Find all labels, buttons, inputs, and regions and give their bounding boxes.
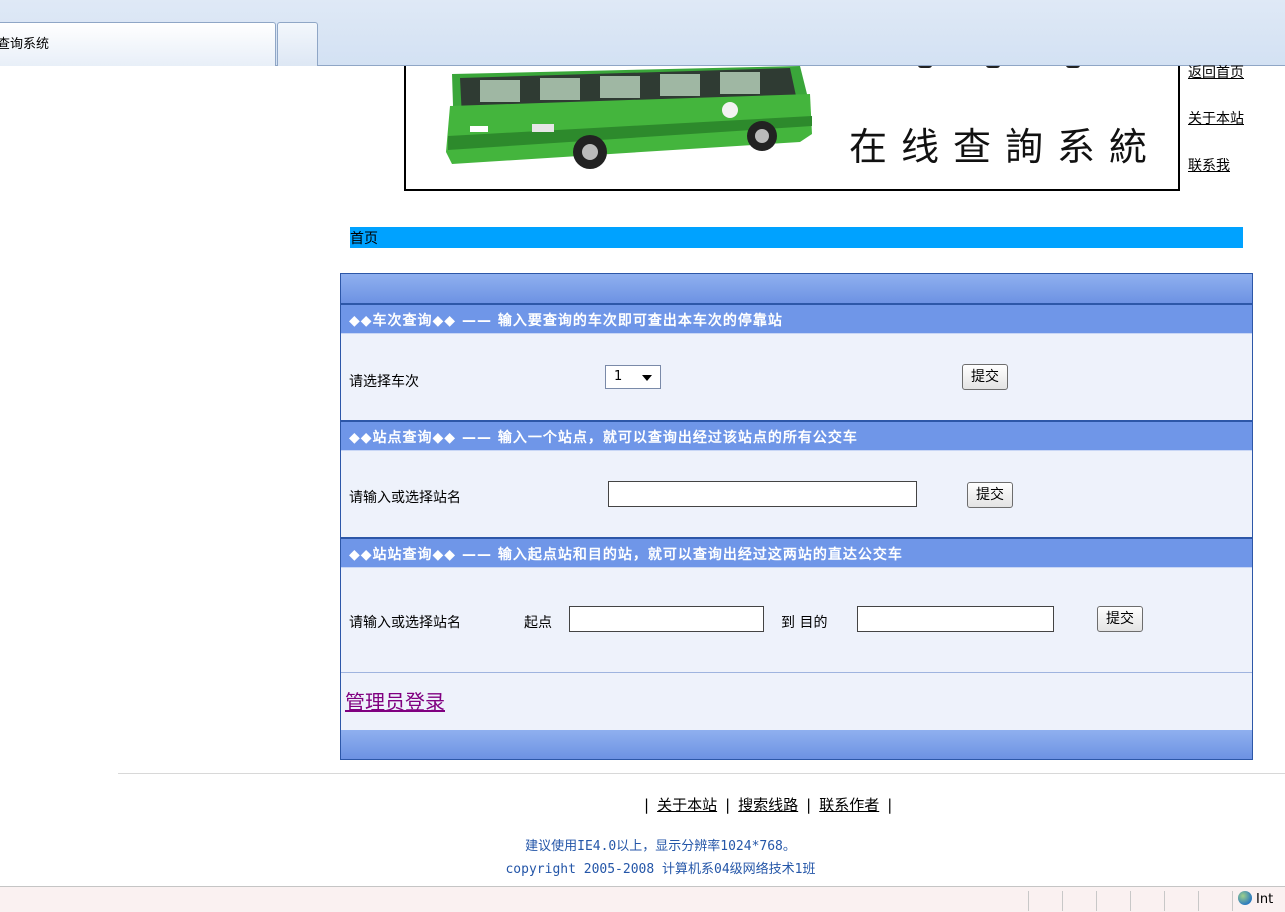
banner-title-fragment [896, 66, 1116, 74]
station-query-heading: ◆◆站点查询◆◆ —— 输入一个站点，就可以查询出经过该站点的所有公交车 [349, 430, 858, 446]
security-zone-label: Int [1256, 892, 1274, 907]
from-station-label: 起点 [524, 615, 552, 631]
station-query-row: 请输入或选择站名 提交 [341, 451, 1252, 537]
route-select-label: 请选择车次 [349, 374, 419, 390]
from-station-input[interactable] [569, 606, 764, 632]
about-link[interactable]: 关于本站 [1188, 108, 1244, 128]
site-banner: 在线查詢系統 [404, 66, 1180, 191]
transfer-input-label: 请输入或选择站名 [349, 615, 461, 631]
admin-divider [341, 672, 1252, 673]
route-query-heading-bar: ◆◆车次查询◆◆ —— 输入要查询的车次即可查出本车次的停靠站 [341, 303, 1252, 334]
footer-contact-link[interactable]: 联系作者 [819, 796, 879, 814]
to-station-input[interactable] [857, 606, 1054, 632]
globe-icon [1238, 891, 1252, 905]
new-tab-button[interactable] [277, 22, 318, 66]
panel-header-band [341, 274, 1252, 303]
browser-status-bar: Int [0, 886, 1285, 912]
contact-link[interactable]: 联系我 [1188, 155, 1230, 175]
station-name-input[interactable] [608, 481, 917, 507]
query-panel: ◆◆车次查询◆◆ —— 输入要查询的车次即可查出本车次的停靠站 请选择车次 1 … [340, 273, 1253, 760]
browser-tab-strip: 查询系统 [0, 0, 1285, 66]
route-select[interactable]: 1 [605, 365, 661, 389]
bus-image [440, 66, 816, 170]
breadcrumb-home[interactable]: 首页 [350, 228, 378, 248]
transfer-query-heading: ◆◆站站查询◆◆ —— 输入起点站和目的站，就可以查询出经过这两站的直达公交车 [349, 547, 903, 563]
admin-login-link[interactable]: 管理员登录 [345, 686, 445, 715]
home-link[interactable]: 返回首页 [1188, 62, 1244, 82]
security-zone[interactable]: Int [1238, 891, 1273, 907]
panel-footer-band [341, 730, 1252, 759]
route-submit-button[interactable]: 提交 [962, 364, 1008, 390]
route-select-value: 1 [614, 369, 623, 384]
station-submit-button[interactable]: 提交 [967, 482, 1013, 508]
breadcrumb: 首页 [350, 227, 1243, 248]
station-input-label: 请输入或选择站名 [349, 490, 461, 506]
footer-about-link[interactable]: 关于本站 [657, 796, 717, 814]
browser-tab-active[interactable]: 查询系统 [0, 22, 276, 66]
browser-tab-title: 查询系统 [0, 37, 50, 52]
footer-browser-note: 建议使用IE4.0以上，显示分辨率1024*768。 [525, 839, 796, 854]
footer-copyright: copyright 2005-2008 计算机系04级网络技术1班 [505, 862, 816, 877]
footer-search-link[interactable]: 搜索线路 [738, 796, 798, 814]
footer-divider [118, 773, 1285, 774]
transfer-submit-button[interactable]: 提交 [1097, 606, 1143, 632]
station-query-heading-bar: ◆◆站点查询◆◆ —— 输入一个站点，就可以查询出经过该站点的所有公交车 [341, 420, 1252, 451]
transfer-query-heading-bar: ◆◆站站查询◆◆ —— 输入起点站和目的站，就可以查询出经过这两站的直达公交车 [341, 537, 1252, 568]
route-query-heading: ◆◆车次查询◆◆ —— 输入要查询的车次即可查出本车次的停靠站 [349, 313, 783, 329]
footer-links: | 关于本站 | 搜索线路 | 联系作者 | [644, 796, 893, 814]
chevron-down-icon [642, 375, 652, 381]
route-query-row: 请选择车次 1 提交 [341, 334, 1252, 420]
transfer-query-row: 请输入或选择站名 起点 到 目的 提交 [341, 568, 1252, 672]
banner-title: 在线查詢系統 [849, 125, 1162, 169]
to-station-label: 到 目的 [781, 615, 828, 631]
